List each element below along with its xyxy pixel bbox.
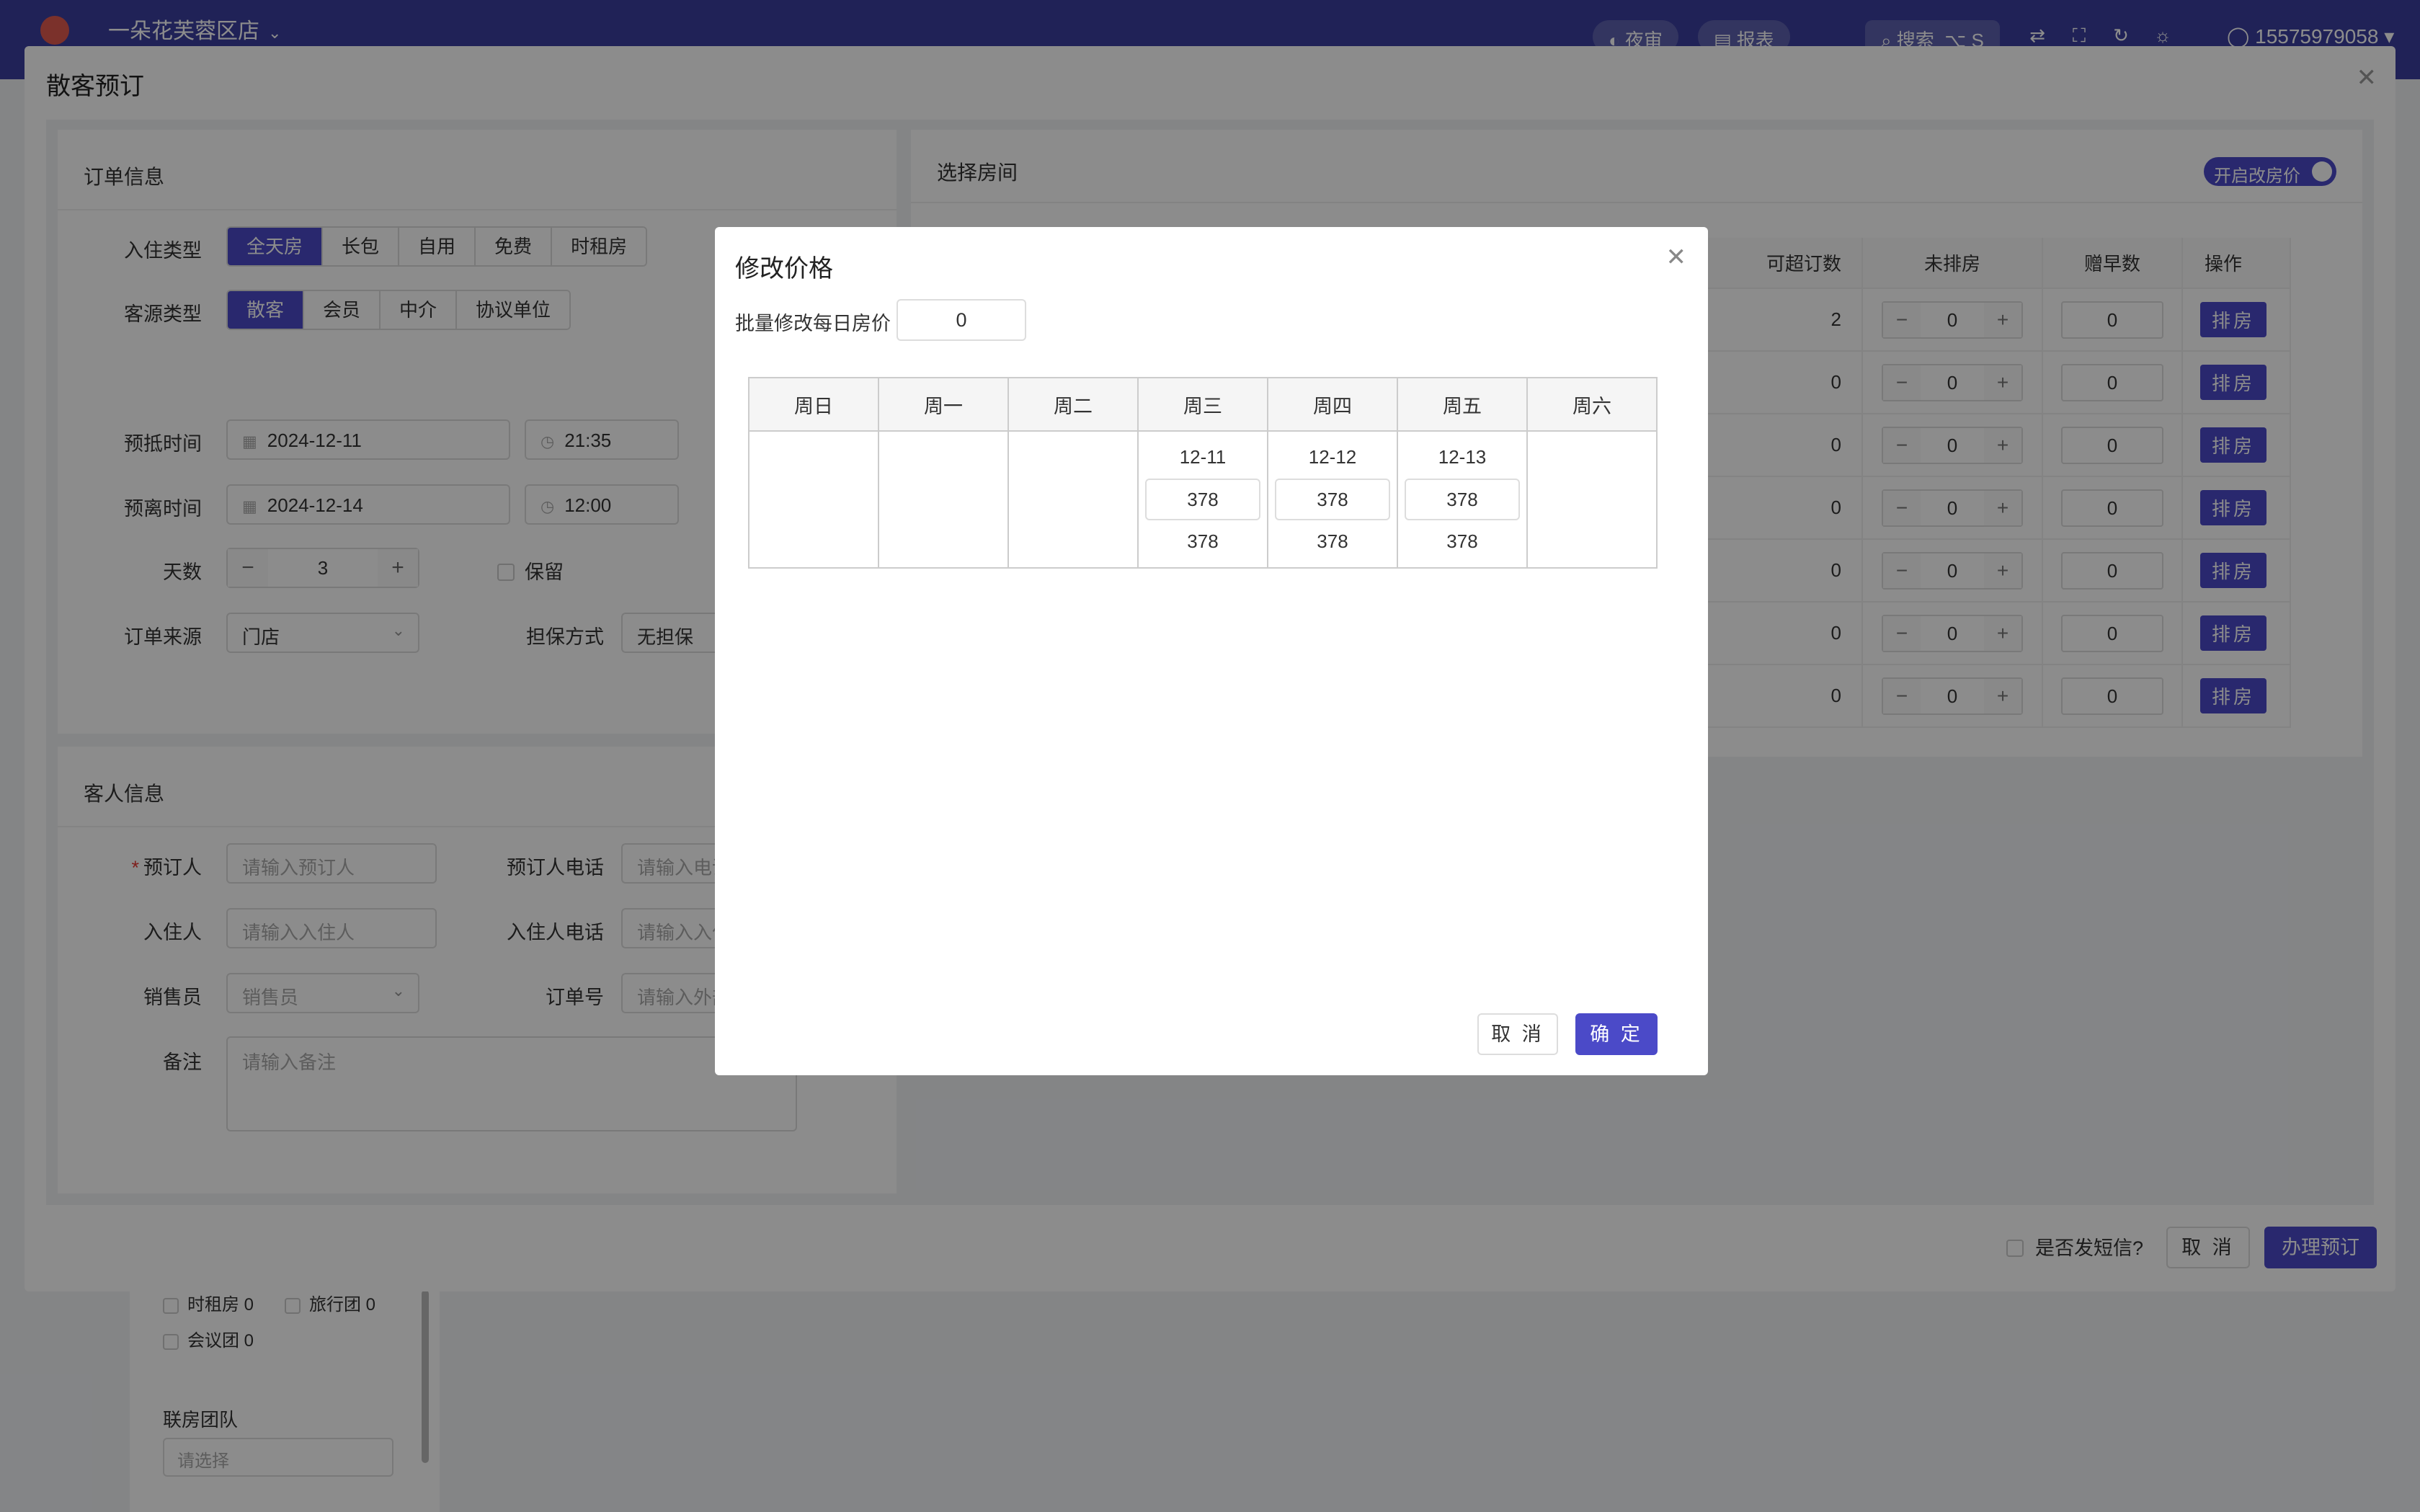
day-cell: 12-11 378 378 (1137, 430, 1268, 569)
cancel-button[interactable]: 取 消 (1477, 1013, 1558, 1055)
day-original-price: 378 (1187, 530, 1219, 552)
day-cell-empty (748, 430, 879, 569)
modal-title: 修改价格 (735, 255, 833, 283)
day-cell-empty (1526, 430, 1658, 569)
day-date: 12-11 (1179, 446, 1227, 468)
day-price-input[interactable]: 378 (1405, 479, 1520, 520)
weekday-label: 周六 (1526, 377, 1658, 432)
day-price-input[interactable]: 378 (1275, 479, 1390, 520)
weekday-label: 周一 (878, 377, 1009, 432)
day-cell-empty (1007, 430, 1139, 569)
weekday-label: 周五 (1397, 377, 1528, 432)
price-calendar: 周日 周一 周二 周三 周四 周五 周六 12-11 378 378 12-12… (748, 377, 1658, 569)
day-original-price: 378 (1317, 530, 1348, 552)
edit-price-modal: 修改价格 ✕ 批量修改每日房价 0 周日 周一 周二 周三 周四 周五 周六 1… (715, 227, 1708, 1075)
day-cell: 12-12 378 378 (1267, 430, 1398, 569)
weekday-header: 周日 周一 周二 周三 周四 周五 周六 (748, 377, 1658, 432)
close-icon[interactable]: ✕ (1666, 243, 1687, 272)
day-date: 12-13 (1438, 446, 1487, 468)
weekday-label: 周二 (1007, 377, 1139, 432)
weekday-label: 周三 (1137, 377, 1268, 432)
day-price-input[interactable]: 378 (1145, 479, 1260, 520)
batch-price-input[interactable]: 0 (897, 299, 1026, 341)
day-cell-empty (878, 430, 1009, 569)
confirm-button[interactable]: 确 定 (1575, 1013, 1658, 1055)
day-cell: 12-13 378 378 (1397, 430, 1528, 569)
day-date: 12-12 (1308, 446, 1357, 468)
batch-price-label: 批量修改每日房价 (735, 313, 891, 334)
weekday-label: 周日 (748, 377, 879, 432)
day-original-price: 378 (1446, 530, 1478, 552)
week-row: 12-11 378 378 12-12 378 378 12-13 378 37… (748, 430, 1658, 569)
weekday-label: 周四 (1267, 377, 1398, 432)
